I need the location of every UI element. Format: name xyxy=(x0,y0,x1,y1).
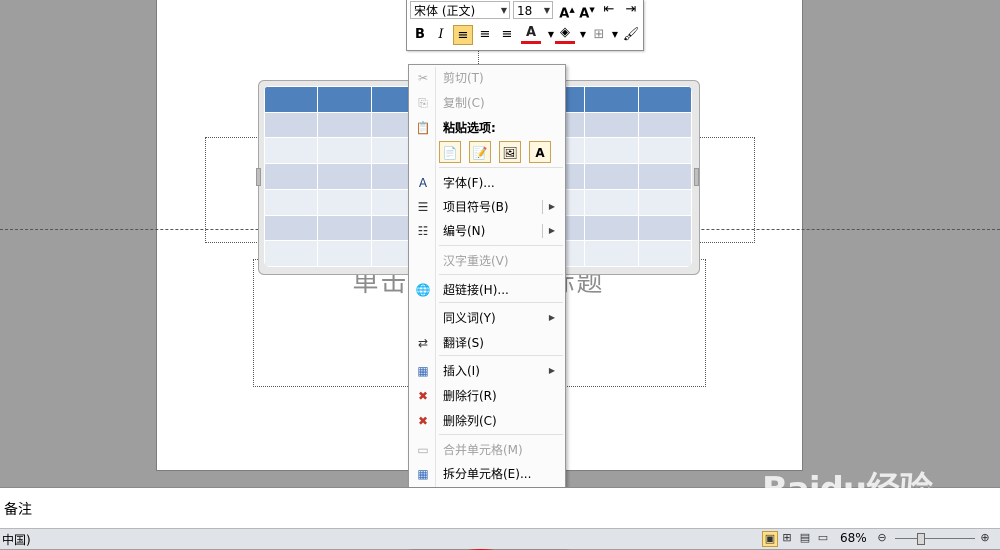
menu-item-scissors[interactable]: ✂ 剪切(T) xyxy=(411,67,563,89)
grow-font-icon[interactable]: A▲ xyxy=(557,0,577,21)
menu-separator xyxy=(439,245,563,246)
increase-indent-icon[interactable]: ⇥ xyxy=(621,0,641,20)
decrease-indent-icon[interactable]: ⇤ xyxy=(599,0,619,20)
menu-item-bullets[interactable]: ☰ 项目符号(B) ▶ xyxy=(411,196,563,218)
menu-item-split-cells[interactable]: ▦ 拆分单元格(E)... xyxy=(411,463,563,485)
zoom-level[interactable]: 68% xyxy=(840,531,867,545)
font-name-value: 宋体 (正文) xyxy=(414,4,476,18)
menu-item-label: 项目符号(B) xyxy=(443,200,509,214)
copy-icon: ⎘ xyxy=(418,96,428,110)
menu-item-label: 插入(I) xyxy=(443,364,480,378)
menu-item-delete-column[interactable]: ✖ 删除列(C) xyxy=(411,410,563,432)
slide-sorter-icon[interactable]: ⊞ xyxy=(780,531,794,545)
menu-item-paste: 📋 粘贴选项: xyxy=(411,117,563,139)
chevron-right-icon: ▶ xyxy=(548,366,555,375)
merge-cells-icon: ▭ xyxy=(417,443,429,457)
slideshow-icon[interactable]: ▭ xyxy=(816,531,830,545)
menu-item-hyperlink[interactable]: 🌐 超链接(H)... xyxy=(411,279,563,301)
scissors-icon: ✂ xyxy=(417,71,429,85)
format-painter-icon[interactable]: 🖌 xyxy=(621,25,641,45)
normal-view-icon[interactable]: ▣ xyxy=(762,531,778,547)
font-color-icon[interactable]: A xyxy=(521,25,541,44)
bold-button[interactable]: B xyxy=(410,25,430,45)
status-bar: 中国) ▣ ⊞ ▤ ▭ 68% ⊖ ⊕ xyxy=(0,528,1000,549)
menu-item-item-8[interactable]: 同义词(Y) ▶ xyxy=(411,307,563,329)
split-separator xyxy=(542,200,543,214)
numbering-icon: ☷ xyxy=(417,224,429,238)
baidu-watermark: Baidu经验 jingyan.baidu.com xyxy=(762,462,962,517)
menu-item-label: 编号(N) xyxy=(443,224,486,238)
menu-item-label: 拆分单元格(E)... xyxy=(443,467,532,481)
menu-item-label: 汉字重选(V) xyxy=(443,254,509,268)
font-icon: A xyxy=(418,176,428,190)
align-right-icon[interactable]: ≡ xyxy=(497,25,517,45)
keep-source-icon[interactable]: 📄 xyxy=(439,141,461,163)
paste-icon: 📋 xyxy=(415,121,431,135)
chevron-down-icon: ▼ xyxy=(500,6,507,15)
picture-icon[interactable]: 🖼 xyxy=(499,141,521,163)
font-name-dropdown[interactable]: 宋体 (正文) ▼ xyxy=(410,1,510,19)
mini-toolbar: 宋体 (正文) ▼ 18 ▼ A▲ A▼ ⇤ ⇥ B I ≡ ≡ ≡ A ▼ ◈… xyxy=(406,0,644,51)
use-destination-icon[interactable]: 📝 xyxy=(469,141,491,163)
menu-item-label: 合并单元格(M) xyxy=(443,443,523,457)
menu-item-numbering[interactable]: ☷ 编号(N) ▶ xyxy=(411,220,563,242)
menu-item-label: 粘贴选项: xyxy=(443,121,496,135)
left-resize-handle[interactable] xyxy=(256,168,261,186)
menu-item-item-6[interactable]: 汉字重选(V) xyxy=(411,250,563,272)
split-cells-icon: ▦ xyxy=(417,467,429,481)
menu-item-label: 超链接(H)... xyxy=(443,283,509,297)
menu-item-label: 字体(F)... xyxy=(443,176,495,190)
align-center-icon[interactable]: ≡ xyxy=(475,25,495,45)
split-separator xyxy=(542,224,543,238)
menu-item-delete-row[interactable]: ✖ 删除行(R) xyxy=(411,385,563,407)
chevron-right-icon: ▶ xyxy=(548,202,555,211)
chevron-down-icon: ▼ xyxy=(543,6,550,15)
italic-button[interactable]: I xyxy=(431,25,451,45)
bullets-icon: ☰ xyxy=(417,200,429,214)
zoom-slider[interactable] xyxy=(895,538,975,539)
language-status[interactable]: 中国) xyxy=(2,531,31,548)
chevron-right-icon: ▶ xyxy=(548,313,555,322)
menu-item-label: 复制(C) xyxy=(443,96,485,110)
menu-separator xyxy=(439,302,563,303)
chevron-right-icon: ▶ xyxy=(548,226,555,235)
menu-item-merge-cells[interactable]: ▭ 合并单元格(M) xyxy=(411,439,563,461)
menu-item-label: 剪切(T) xyxy=(443,71,484,85)
text-only-icon[interactable]: A xyxy=(529,141,551,163)
zoom-in-icon[interactable]: ⊕ xyxy=(978,531,992,545)
menu-item-label: 翻译(S) xyxy=(443,336,484,350)
align-left-icon[interactable]: ≡ xyxy=(453,25,473,45)
zoom-slider-thumb[interactable] xyxy=(917,533,925,545)
font-size-value: 18 xyxy=(517,4,533,18)
menu-item-copy[interactable]: ⎘ 复制(C) xyxy=(411,92,563,114)
delete-column-icon: ✖ xyxy=(417,414,429,428)
watermark-url: jingyan.baidu.com xyxy=(794,504,896,517)
menu-separator xyxy=(439,167,563,168)
translate-icon: ⇄ xyxy=(417,336,429,350)
hyperlink-icon: 🌐 xyxy=(415,283,431,297)
menu-item-translate[interactable]: ⇄ 翻译(S) xyxy=(411,332,563,354)
right-resize-handle[interactable] xyxy=(694,168,699,186)
menu-item-label: 删除列(C) xyxy=(443,414,497,428)
menu-item-font[interactable]: A 字体(F)... xyxy=(411,172,563,194)
font-size-dropdown[interactable]: 18 ▼ xyxy=(513,1,553,19)
fill-color-icon[interactable]: ◈ xyxy=(555,25,575,44)
menu-item-insert[interactable]: ▦ 插入(I) ▶ xyxy=(411,360,563,382)
insert-icon: ▦ xyxy=(417,364,429,378)
menu-separator xyxy=(439,355,563,356)
reading-view-icon[interactable]: ▤ xyxy=(798,531,812,545)
menu-item-label: 同义词(Y) xyxy=(443,311,496,325)
menu-item-label: 删除行(R) xyxy=(443,389,497,403)
delete-row-icon: ✖ xyxy=(417,389,429,403)
notes-label: 备注 xyxy=(4,502,32,518)
zoom-out-icon[interactable]: ⊖ xyxy=(875,531,889,545)
context-menu: ✂ 剪切(T) ⎘ 复制(C) 📋 粘贴选项: A 字体(F)... ☰ 项目符号(B) ▶ ☷ 编号(… xyxy=(408,64,566,547)
shrink-font-icon[interactable]: A▼ xyxy=(577,0,597,21)
menu-separator xyxy=(439,434,563,435)
menu-separator xyxy=(439,274,563,275)
